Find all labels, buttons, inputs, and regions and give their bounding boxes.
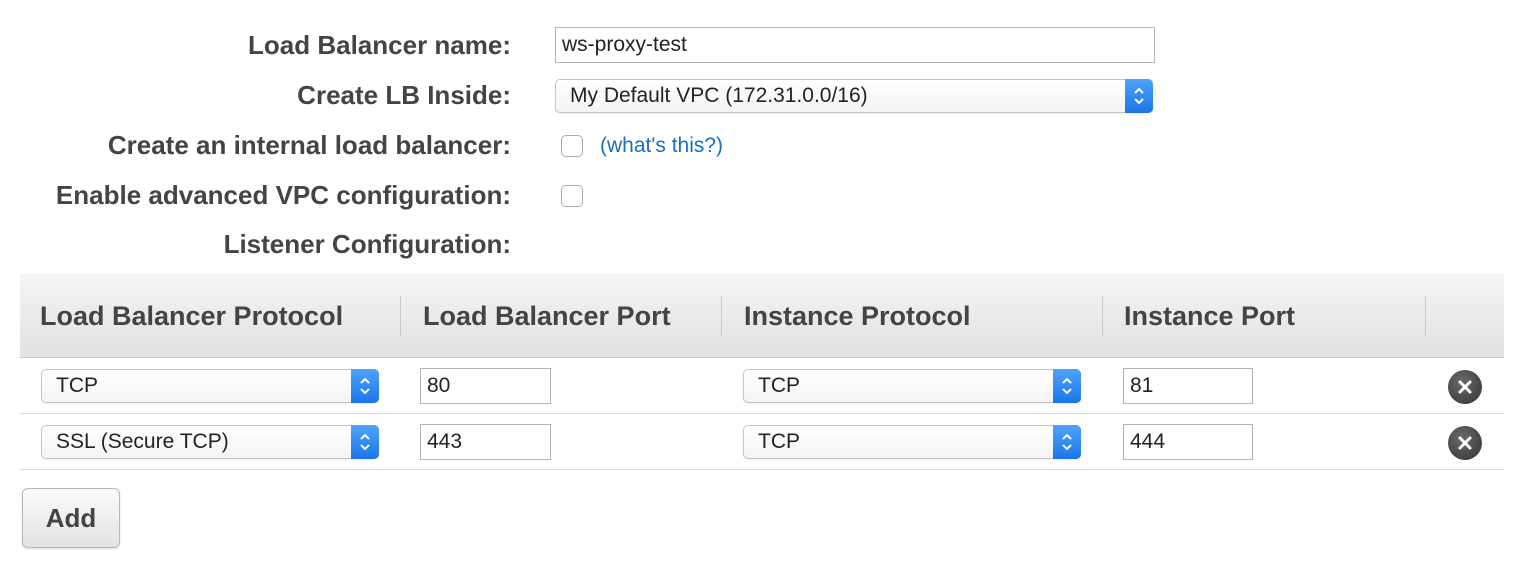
- table-row: TCP TCP: [20, 358, 1504, 414]
- instance-protocol-select[interactable]: TCP: [743, 425, 1081, 459]
- internal-lb-row: Create an internal load balancer: (what'…: [0, 125, 1524, 165]
- create-inside-row: Create LB Inside: My Default VPC (172.31…: [0, 75, 1524, 115]
- updown-chevron-icon: [1125, 79, 1153, 113]
- lb-name-row: Load Balancer name:: [0, 25, 1524, 65]
- column-divider: [1425, 296, 1426, 336]
- lb-protocol-select[interactable]: SSL (Secure TCP): [41, 425, 379, 459]
- th-lb-port: Load Balancer Port: [423, 301, 671, 331]
- internal-lb-label: Create an internal load balancer:: [107, 130, 511, 160]
- th-instance-port: Instance Port: [1124, 301, 1296, 331]
- internal-lb-checkbox[interactable]: [561, 135, 583, 157]
- lb-name-label: Load Balancer name:: [248, 30, 511, 60]
- lb-protocol-value: TCP: [56, 374, 98, 397]
- updown-chevron-icon: [351, 369, 379, 403]
- lb-protocol-select[interactable]: TCP: [41, 369, 379, 403]
- instance-port-input[interactable]: [1123, 368, 1253, 404]
- column-divider: [400, 296, 401, 336]
- table-row: SSL (Secure TCP) TCP: [20, 414, 1504, 470]
- column-divider: [721, 296, 722, 336]
- add-listener-button[interactable]: Add: [22, 488, 120, 548]
- th-lb-protocol: Load Balancer Protocol: [40, 301, 344, 331]
- updown-chevron-icon: [351, 425, 379, 459]
- column-divider: [1102, 296, 1103, 336]
- create-inside-label: Create LB Inside:: [297, 80, 511, 110]
- advanced-vpc-checkbox[interactable]: [561, 185, 583, 207]
- listener-table-header: Load Balancer Protocol Load Balancer Por…: [20, 274, 1504, 358]
- updown-chevron-icon: [1053, 369, 1081, 403]
- whats-this-link[interactable]: (what's this?): [600, 135, 723, 157]
- instance-port-input[interactable]: [1123, 424, 1253, 460]
- updown-chevron-icon: [1053, 425, 1081, 459]
- close-circle-icon[interactable]: [1448, 426, 1482, 460]
- advanced-vpc-label: Enable advanced VPC configuration:: [55, 180, 511, 210]
- close-circle-icon[interactable]: [1448, 370, 1482, 404]
- vpc-select-value: My Default VPC (172.31.0.0/16): [570, 84, 868, 107]
- instance-protocol-value: TCP: [758, 430, 800, 453]
- instance-protocol-value: TCP: [758, 374, 800, 397]
- lb-name-input[interactable]: [555, 27, 1155, 63]
- lb-port-input[interactable]: [420, 368, 551, 404]
- advanced-vpc-row: Enable advanced VPC configuration:: [0, 175, 1524, 215]
- listener-config-row: Listener Configuration:: [0, 224, 1524, 264]
- lb-port-input[interactable]: [420, 424, 551, 460]
- lb-protocol-value: SSL (Secure TCP): [56, 430, 229, 453]
- instance-protocol-select[interactable]: TCP: [743, 369, 1081, 403]
- listener-config-label: Listener Configuration:: [223, 229, 511, 259]
- th-instance-protocol: Instance Protocol: [744, 301, 971, 331]
- vpc-select[interactable]: My Default VPC (172.31.0.0/16): [555, 79, 1153, 113]
